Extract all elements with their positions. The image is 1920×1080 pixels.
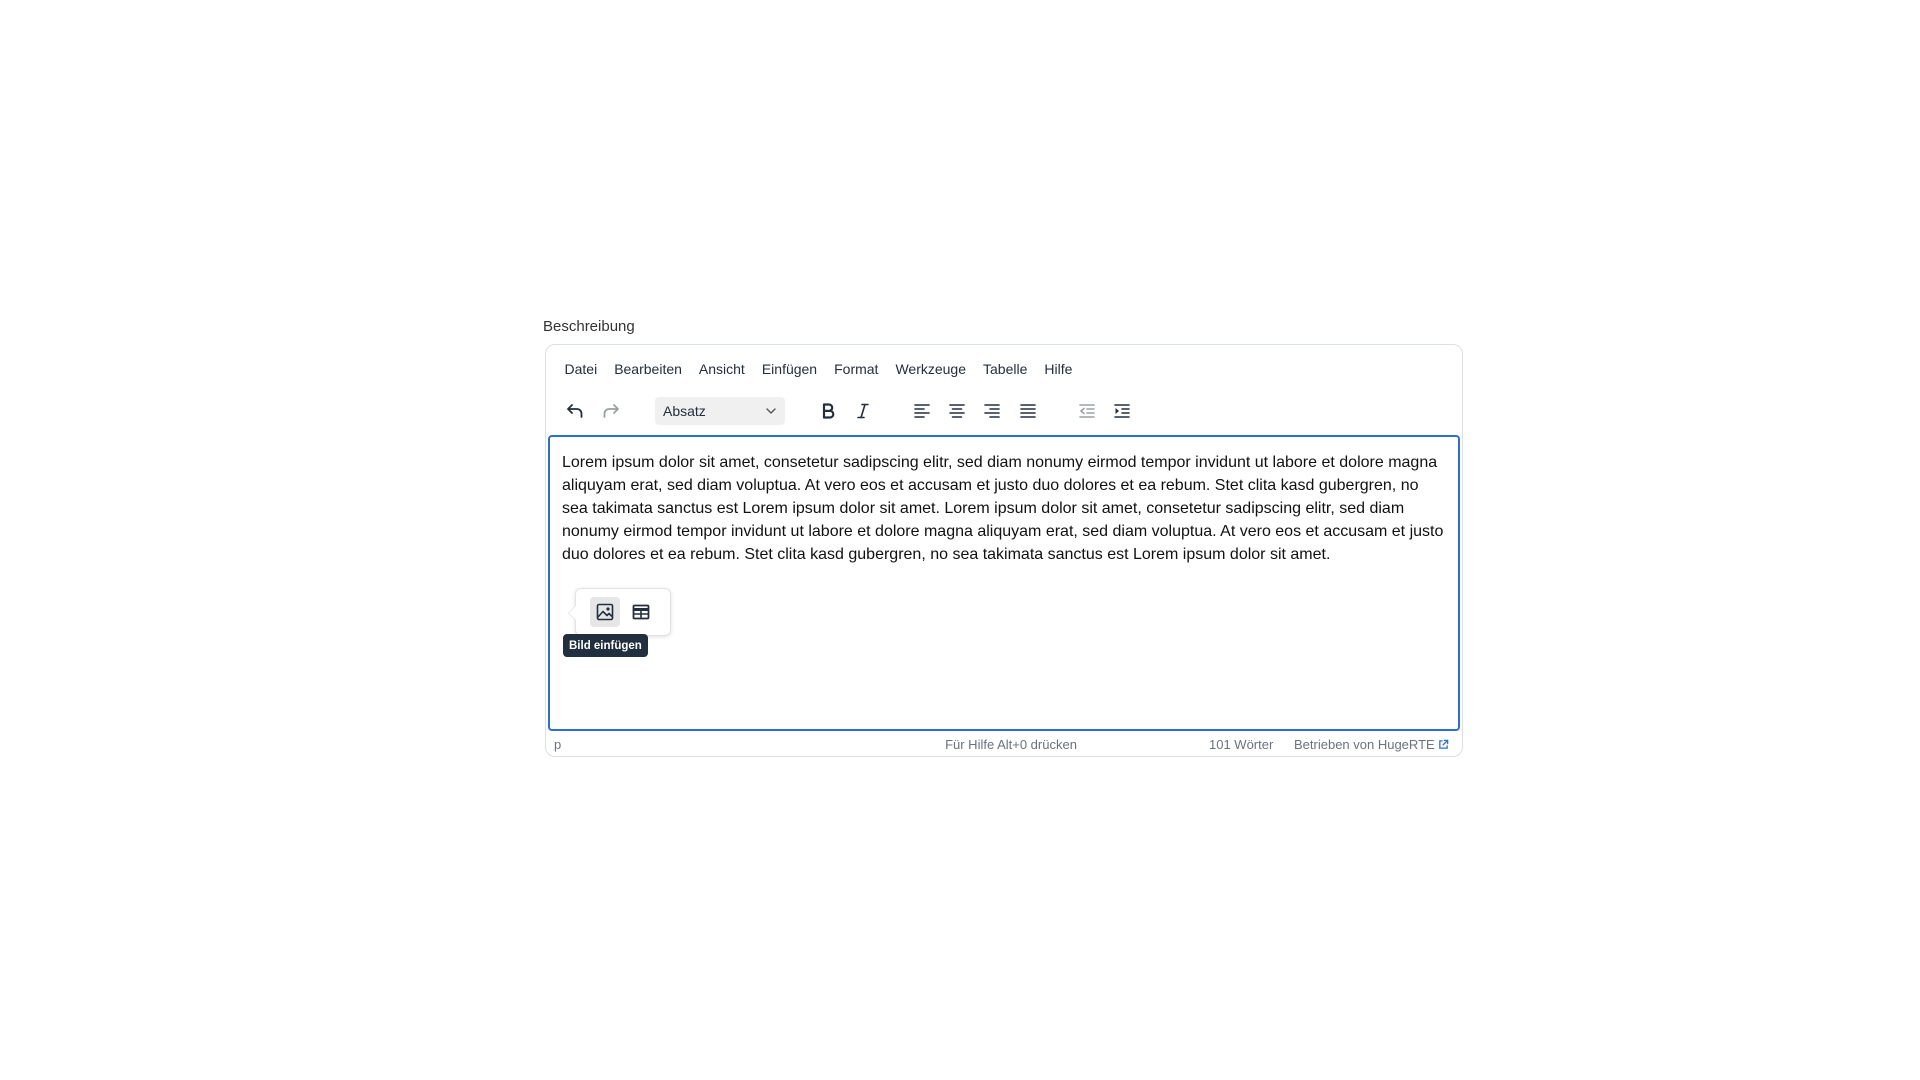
italic-icon [857,403,869,419]
branding-link[interactable]: Betrieben von HugeRTE [1294,737,1449,752]
block-format-value: Absatz [663,403,706,419]
menu-bearbeiten[interactable]: Bearbeiten [606,359,691,379]
align-justify-button[interactable] [1012,395,1044,427]
block-format-select[interactable]: Absatz [655,397,785,425]
word-count[interactable]: 101 Wörter [1209,737,1273,752]
menu-datei[interactable]: Datei [556,359,606,379]
insert-image-button[interactable] [590,597,620,627]
indent-icon [1114,404,1130,418]
branding-text: Betrieben von HugeRTE [1294,737,1435,752]
redo-icon [603,404,619,418]
align-center-icon [949,404,965,418]
align-left-button[interactable] [906,395,938,427]
menu-hilfe[interactable]: Hilfe [1036,359,1081,379]
quick-insert-toolbar [568,588,671,636]
indent-button[interactable] [1106,395,1138,427]
menu-werkzeuge[interactable]: Werkzeuge [887,359,975,379]
outdent-icon [1079,404,1095,418]
insert-table-button[interactable] [626,597,656,627]
element-path[interactable]: p [554,737,561,752]
bold-button[interactable] [812,395,844,427]
undo-button[interactable] [559,395,591,427]
align-right-icon [984,404,1000,418]
menu-ansicht[interactable]: Ansicht [690,359,753,379]
toolbar: Absatz [546,395,1462,427]
redo-button[interactable] [595,395,627,427]
align-left-icon [914,404,930,418]
tooltip: Bild einfügen [563,634,648,657]
image-icon [596,603,614,621]
chevron-down-icon [766,408,776,414]
editor-content-area[interactable]: Lorem ipsum dolor sit amet, consetetur s… [548,435,1460,731]
bold-icon [822,403,835,419]
align-justify-icon [1020,404,1036,418]
menu-tabelle[interactable]: Tabelle [975,359,1036,379]
help-hint: Für Hilfe Alt+0 drücken [945,737,1077,752]
menu-format[interactable]: Format [826,359,887,379]
outdent-button[interactable] [1071,395,1103,427]
external-link-icon [1438,739,1448,749]
undo-icon [567,404,583,418]
field-label: Beschreibung [543,318,635,335]
italic-button[interactable] [847,395,879,427]
align-center-button[interactable] [941,395,973,427]
menu-einfuegen[interactable]: Einfügen [753,359,825,379]
content-paragraph: Lorem ipsum dolor sit amet, consetetur s… [562,454,1444,563]
table-icon [632,604,650,620]
rich-text-editor: Datei Bearbeiten Ansicht Einfügen Format… [545,344,1463,757]
align-right-button[interactable] [976,395,1008,427]
statusbar: p Für Hilfe Alt+0 drücken 101 Wörter Bet… [546,731,1462,755]
menubar: Datei Bearbeiten Ansicht Einfügen Format… [556,359,1081,379]
